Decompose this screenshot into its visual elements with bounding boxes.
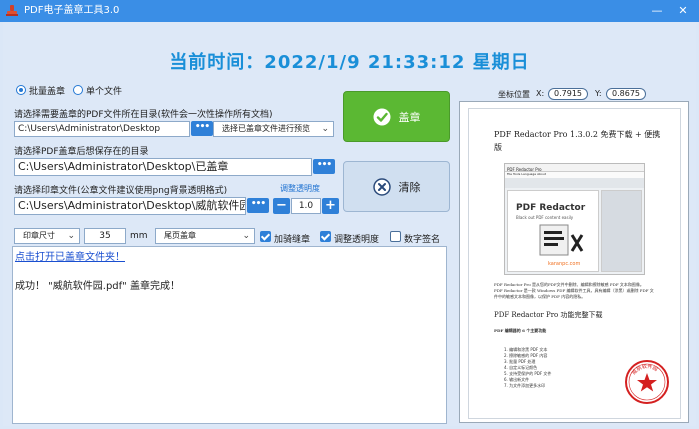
document-icon [539,224,584,256]
preview-title: PDF Redactor Pro 1.3.0.2 免费下载 + 便携版 [494,130,661,152]
chevron-down-icon: ⌄ [67,231,75,241]
preview-file-select[interactable]: 选择已盖章文件进行预览 ⌄ [213,121,334,137]
coord-y-label: Y: [595,89,602,98]
window-title: PDF电子盖章工具3.0 [24,5,120,16]
batch-radio[interactable] [16,85,26,95]
stamp-icon [6,5,18,16]
chevron-down-icon: ⌄ [321,124,329,134]
digital-signature-label[interactable]: 数字签名 [404,232,440,245]
pdf-preview[interactable]: PDF Redactor Pro 1.3.0.2 免费下载 + 便携版 PDF … [459,101,689,423]
opacity-decrease-button[interactable]: − [273,198,290,214]
source-browse-button[interactable]: ••• [191,121,213,136]
current-time: 当前时间：2022/1/9 21:33:12 星期日 [169,52,530,73]
list-item: 7. 为文件添加更多水印 [504,383,546,388]
seam-seal-checkbox[interactable] [260,231,271,242]
log-area[interactable]: 点击打开已盖章文件夹！ 成功！ "威航软件园.pdf" 盖章完成！ [12,246,447,424]
preview-app-menu-text: File Tools Language About [507,172,546,176]
red-seal-stamp: 威航软件园 [625,360,669,404]
source-dir-label: 请选择需要盖章的PDF文件所在目录(软件会一次性操作所有文档) [14,110,273,120]
size-mode-select[interactable]: 印章尺寸 ⌄ [14,228,80,244]
source-dir-input[interactable]: C:\Users\Administrator\Desktop [14,121,190,137]
clear-button-label: 清除 [398,180,421,194]
coord-x-label: X: [536,89,545,98]
title-bar: PDF电子盖章工具3.0 — ✕ [0,0,699,22]
preview-site: karanpc.com [548,261,581,267]
preview-app-toolbar [505,178,644,188]
preview-section-title: PDF Redactor Pro 功能完整下载 [494,311,603,319]
single-radio[interactable] [73,85,84,95]
seal-file-input[interactable]: C:\Users\Administrator\Desktop\威航软件园 [14,197,246,215]
batch-radio-label[interactable]: 批量盖章 [29,84,65,97]
seal-browse-button[interactable]: ••• [247,198,269,213]
opacity-increase-button[interactable]: + [322,198,339,214]
stamp-page-select[interactable]: 尾页盖章 ⌄ [155,228,255,244]
opacity-checkbox[interactable] [320,231,331,242]
preview-brand: PDF Redactor [516,203,586,213]
check-circle-icon [373,108,390,125]
output-dir-label: 请选择PDF盖章后想保存在的目录 [14,147,149,157]
preview-app-sidebar [601,190,642,272]
single-radio-label[interactable]: 单个文件 [86,84,122,97]
seal-size-input[interactable]: 35 [84,228,126,244]
preview-features-title: PDF 编辑器的 6 个主要功能 [494,328,547,333]
log-message: 成功！ "威航软件园.pdf" 盖章完成！ [15,281,180,292]
preview-app-canvas: PDF Redactor Black out PDF content easil… [507,190,599,272]
opacity-link[interactable]: 调整透明度 [280,183,320,194]
preview-body-line: 件中的敏感文本和图像，以保护 PDF 内容的隐私。 [494,294,586,299]
preview-file-select-value: 选择已盖章文件进行预览 [222,124,310,133]
opacity-value[interactable]: 1.0 [291,198,321,214]
preview-app-titlebar: PDF Redactor Pro [505,164,644,172]
minimize-button[interactable]: — [644,0,670,22]
output-dir-input[interactable]: C:\Users\Administrator\Desktop\已盖章 [14,158,312,176]
coord-label: 坐标位置 [498,90,530,99]
close-button[interactable]: ✕ [670,0,696,22]
seal-size-unit: mm [130,231,148,241]
stamp-button-label: 盖章 [398,110,421,124]
coord-y-value[interactable]: 0.8675 [606,88,646,100]
stamp-page-select-value: 尾页盖章 [164,231,196,240]
preview-tagline: Black out PDF content easily [516,215,574,220]
digital-signature-checkbox[interactable] [390,231,401,242]
preview-screenshot: PDF Redactor Pro File Tools Language Abo… [504,163,645,275]
clear-button[interactable]: 清除 [343,161,450,212]
opacity-checkbox-label[interactable]: 调整透明度 [334,232,379,245]
stamp-button[interactable]: 盖章 [343,91,450,142]
seal-file-label: 请选择印章文件(公章文件建议使用png背景透明格式) [14,186,228,196]
preview-feature-list: 1. 编辑和涂黑 PDF 文本 2. 擦除敏感的 PDF 内容 3. 批量 PD… [504,347,551,389]
output-browse-button[interactable]: ••• [313,159,335,174]
seam-seal-label[interactable]: 加骑缝章 [274,232,310,245]
size-mode-select-value: 印章尺寸 [23,231,55,240]
coord-x-value[interactable]: 0.7915 [548,88,588,100]
chevron-down-icon: ⌄ [242,231,250,241]
clear-circle-icon [372,177,391,196]
mode-selector: 批量盖章 单个文件 [16,84,130,97]
open-folder-link[interactable]: 点击打开已盖章文件夹！ [15,248,125,263]
